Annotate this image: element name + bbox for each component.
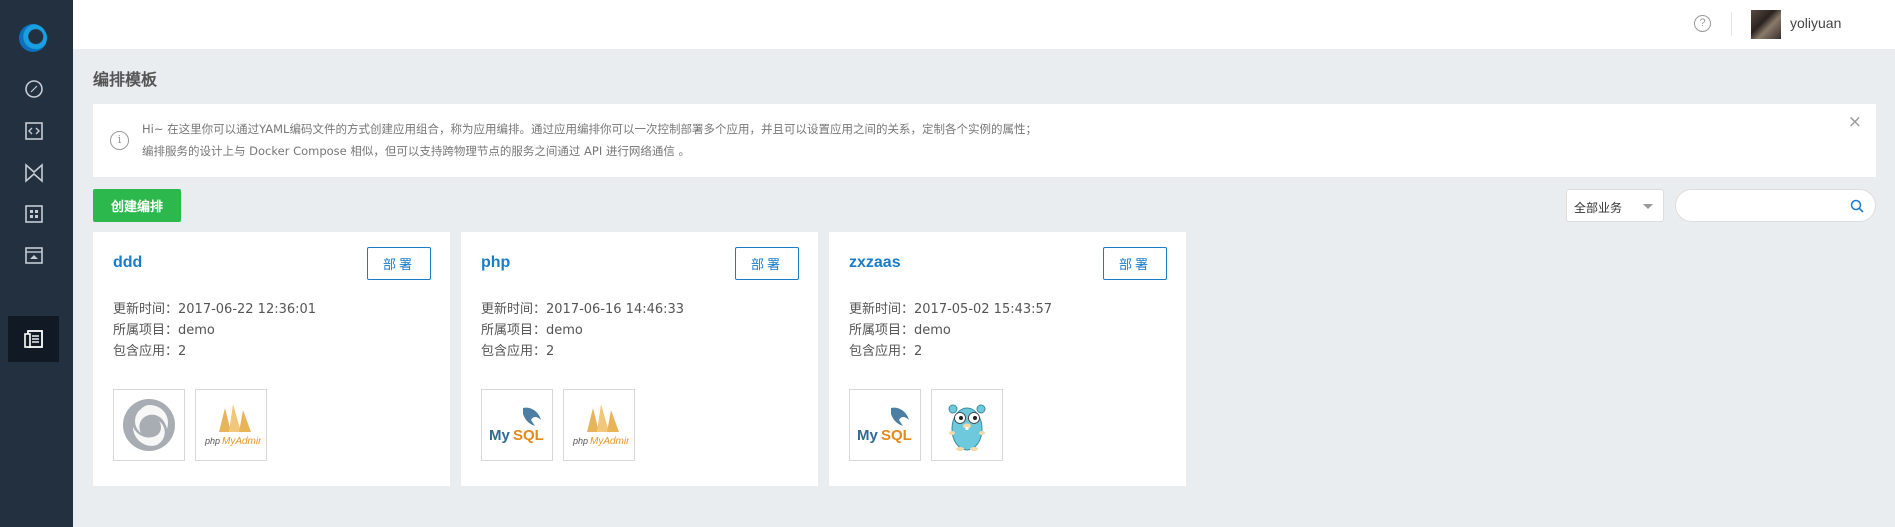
bowtie-icon bbox=[24, 163, 43, 183]
mysql-icon: My SQL bbox=[481, 389, 553, 461]
template-name[interactable]: zxzaas bbox=[849, 254, 901, 272]
page-title: 编排模板 bbox=[93, 70, 158, 89]
avatar[interactable] bbox=[1751, 10, 1781, 39]
username-label[interactable]: yoliyuan bbox=[1790, 15, 1841, 31]
template-name[interactable]: php bbox=[481, 254, 510, 272]
sidebar-item-dashboard[interactable] bbox=[8, 66, 59, 112]
phpmyadmin-php-text: php bbox=[572, 436, 588, 446]
chevron-down-icon bbox=[1643, 204, 1653, 209]
search-icon[interactable] bbox=[1850, 199, 1864, 213]
sidebar-item-apps[interactable] bbox=[8, 191, 59, 237]
golang-gopher-icon bbox=[931, 389, 1003, 461]
deploy-button[interactable]: 部署 bbox=[367, 247, 431, 280]
sidebar-item-storage[interactable] bbox=[8, 232, 59, 278]
phpmyadmin-myadmin-text: MyAdmin bbox=[222, 436, 261, 447]
deploy-button[interactable]: 部署 bbox=[735, 247, 799, 280]
help-icon[interactable]: ? bbox=[1694, 15, 1711, 32]
notice-text-line-2: 编排服务的设计上与 Docker Compose 相似，但可以支持跨物理节点的服… bbox=[142, 144, 691, 158]
app-count: 包含应用：2 bbox=[113, 344, 187, 359]
divider bbox=[1731, 12, 1732, 36]
search-input[interactable] bbox=[1690, 197, 1840, 215]
mysql-my-text: My bbox=[857, 427, 878, 444]
updated-time: 更新时间：2017-06-16 14:46:33 bbox=[481, 302, 685, 317]
project-label: 所属项目：demo bbox=[113, 323, 215, 338]
sidebar-item-code[interactable] bbox=[8, 108, 59, 154]
dashboard-icon bbox=[24, 80, 43, 98]
template-name[interactable]: ddd bbox=[113, 254, 142, 272]
info-icon: i bbox=[110, 131, 129, 150]
brand-logo-icon[interactable] bbox=[19, 24, 47, 52]
project-label: 所属项目：demo bbox=[849, 323, 951, 338]
template-card: php 部署 更新时间：2017-06-16 14:46:33 所属项目：dem… bbox=[461, 232, 818, 486]
business-select[interactable]: 全部业务 bbox=[1566, 189, 1664, 222]
template-card: zxzaas 部署 更新时间：2017-05-02 15:43:57 所属项目：… bbox=[829, 232, 1186, 486]
create-orchestration-button[interactable]: 创建编排 bbox=[93, 189, 181, 222]
phpmyadmin-icon: php MyAdmin bbox=[195, 389, 267, 461]
app-count: 包含应用：2 bbox=[849, 344, 923, 359]
updated-time: 更新时间：2017-05-02 15:43:57 bbox=[849, 302, 1053, 317]
phpmyadmin-icon: php MyAdmin bbox=[563, 389, 635, 461]
grid-icon bbox=[24, 205, 43, 223]
mysql-icon: My SQL bbox=[849, 389, 921, 461]
top-bar bbox=[73, 0, 1895, 49]
app-count: 包含应用：2 bbox=[481, 344, 555, 359]
notice-text-line-1: Hi~ 在这里你可以通过YAML编码文件的方式创建应用组合，称为应用编排。通过应… bbox=[142, 122, 1037, 136]
swirl-logo-icon bbox=[113, 389, 185, 461]
mysql-sql-text: SQL bbox=[881, 427, 912, 444]
phpmyadmin-php-text: php bbox=[204, 436, 220, 446]
orchestration-icon bbox=[23, 330, 43, 348]
template-card: ddd 部署 更新时间：2017-06-22 12:36:01 所属项目：dem… bbox=[93, 232, 450, 486]
business-select-value: 全部业务 bbox=[1574, 201, 1623, 215]
code-icon bbox=[24, 122, 43, 140]
sidebar-item-orchestration[interactable] bbox=[8, 316, 59, 362]
sidebar bbox=[0, 0, 73, 527]
search-box[interactable] bbox=[1675, 189, 1876, 222]
project-label: 所属项目：demo bbox=[481, 323, 583, 338]
mysql-sql-text: SQL bbox=[513, 427, 544, 444]
updated-time: 更新时间：2017-06-22 12:36:01 bbox=[113, 302, 317, 317]
phpmyadmin-myadmin-text: MyAdmin bbox=[590, 436, 629, 447]
sidebar-item-services[interactable] bbox=[8, 150, 59, 196]
info-notice: i Hi~ 在这里你可以通过YAML编码文件的方式创建应用组合，称为应用编排。通… bbox=[93, 104, 1876, 177]
close-icon[interactable]: × bbox=[1848, 112, 1862, 132]
deploy-button[interactable]: 部署 bbox=[1103, 247, 1167, 280]
archive-icon bbox=[24, 247, 43, 264]
mysql-my-text: My bbox=[489, 427, 510, 444]
